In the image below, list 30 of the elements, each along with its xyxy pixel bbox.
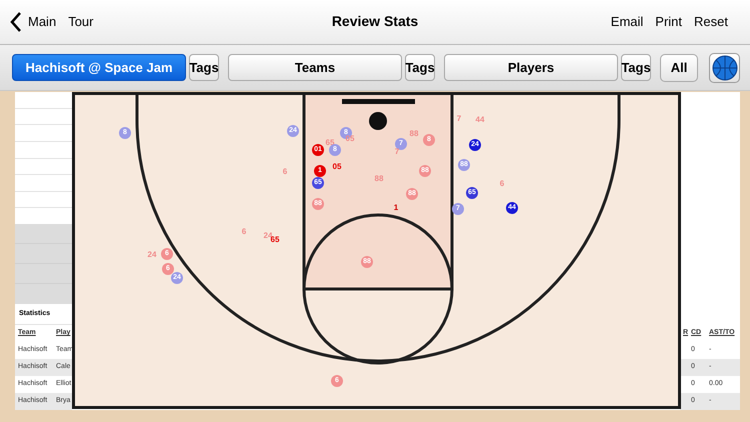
nav-link[interactable]: Email: [610, 12, 644, 32]
shot-number: 88: [410, 130, 418, 138]
shot-number: 65: [270, 236, 280, 244]
shot-number: 05: [346, 135, 354, 143]
shot-number: 65: [326, 139, 334, 147]
filter-selector[interactable]: Players: [444, 54, 618, 81]
shot-number: 6: [242, 228, 246, 236]
nav-link[interactable]: Tour: [68, 12, 94, 32]
nav-link[interactable]: Reset: [694, 12, 728, 32]
nav-link[interactable]: Print: [655, 12, 682, 32]
tags-button[interactable]: Tags: [621, 54, 651, 81]
tags-button[interactable]: Tags: [405, 54, 435, 81]
tags-button[interactable]: Tags: [189, 54, 219, 81]
shot-number: 05: [332, 163, 342, 171]
shot-number: 6: [500, 180, 504, 188]
shot-number: 44: [476, 116, 484, 124]
filter-selector[interactable]: Teams: [228, 54, 402, 81]
shot-number: 7: [456, 115, 462, 123]
basketball-icon: [712, 54, 738, 80]
back-chevron-icon: [10, 12, 22, 32]
shot-number: 24: [148, 251, 156, 259]
shot-number: 1: [394, 204, 398, 212]
back-button[interactable]: Main: [10, 12, 56, 32]
all-button[interactable]: All: [660, 54, 698, 82]
shot-number: 88: [374, 175, 384, 183]
filter-selector[interactable]: Hachisoft @ Space Jam: [12, 54, 186, 81]
shot-number: 7: [394, 148, 400, 156]
ball-button[interactable]: [709, 52, 740, 82]
screen-title: Review Stats: [332, 13, 418, 29]
shot-number: 6: [282, 168, 288, 176]
